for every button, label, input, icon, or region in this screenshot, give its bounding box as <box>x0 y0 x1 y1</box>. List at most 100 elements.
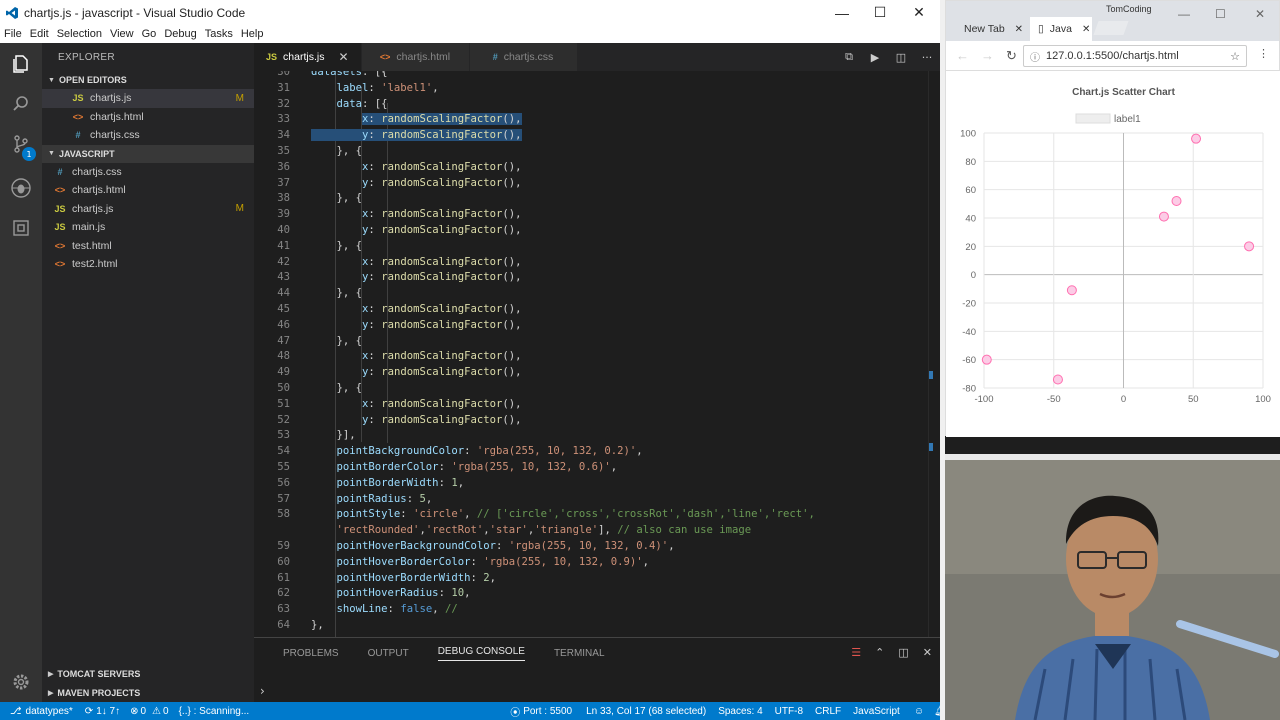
code-line[interactable]: 64}, <box>254 618 940 634</box>
menu-go[interactable]: Go <box>138 28 161 40</box>
debug-icon[interactable] <box>8 175 34 201</box>
back-icon[interactable]: ← <box>956 48 969 63</box>
maximize-panel-icon[interactable]: ⌃ <box>875 646 884 659</box>
code-line[interactable]: 34 y: randomScalingFactor(), <box>254 128 940 144</box>
browser-menu-icon[interactable]: ⋮ <box>1258 47 1269 60</box>
close-tab-icon[interactable]: ✕ <box>338 50 348 64</box>
menu-edit[interactable]: Edit <box>26 28 53 40</box>
code-line[interactable]: 33 x: randomScalingFactor(), <box>254 112 940 128</box>
open-editor-item[interactable]: <> chartjs.html <box>42 108 254 127</box>
code-line[interactable]: 50 }, { <box>254 381 940 397</box>
sync-status[interactable]: 1↓ 7↑ <box>96 706 120 717</box>
code-line[interactable]: 62 pointHoverRadius: 10, <box>254 586 940 602</box>
code-line[interactable]: 42 x: randomScalingFactor(), <box>254 255 940 271</box>
maven-projects-section[interactable]: ▶ MAVEN PROJECTS <box>42 684 254 702</box>
profile-name[interactable]: TomCoding <box>1106 4 1152 14</box>
code-line[interactable]: 35 }, { <box>254 144 940 160</box>
browser-maximize-icon[interactable]: ☐ <box>1215 7 1226 21</box>
source-control-icon[interactable]: 1 <box>8 131 36 161</box>
encoding[interactable]: UTF-8 <box>775 706 803 717</box>
live-server-port[interactable]: Port : 5500 <box>523 706 572 717</box>
code-line[interactable]: 60 pointHoverBorderColor: 'rgba(255, 10,… <box>254 555 940 571</box>
browser-tab-java[interactable]: ▯ Java ✕ <box>1030 17 1092 41</box>
close-window-icon[interactable]: ✕ <box>899 0 939 25</box>
code-line[interactable]: 38 }, { <box>254 191 940 207</box>
line-ending[interactable]: CRLF <box>815 706 841 717</box>
code-line[interactable]: 47 }, { <box>254 334 940 350</box>
git-branch[interactable]: datatypes* <box>26 706 73 717</box>
forward-icon[interactable]: → <box>981 48 994 63</box>
file-item[interactable]: JS chartjs.js M <box>42 200 254 219</box>
reload-icon[interactable]: ↻ <box>1006 48 1017 64</box>
code-line[interactable]: 61 pointHoverBorderWidth: 2, <box>254 571 940 587</box>
code-line[interactable]: 51 x: randomScalingFactor(), <box>254 397 940 413</box>
code-line[interactable]: 36 x: randomScalingFactor(), <box>254 160 940 176</box>
cursor-position[interactable]: Ln 33, Col 17 (68 selected) <box>586 706 706 717</box>
run-icon[interactable]: ▶ <box>862 51 888 64</box>
close-tab-icon[interactable]: ✕ <box>1015 24 1023 35</box>
code-line[interactable]: 55 pointBorderColor: 'rgba(255, 10, 132,… <box>254 460 940 476</box>
code-editor[interactable]: 30 datasets: [{31 label: 'label1', 32 data… <box>254 71 940 637</box>
tab-chartjs-js[interactable]: JS chartjs.js ✕ <box>254 43 362 71</box>
code-line[interactable]: 39 x: randomScalingFactor(), <box>254 207 940 223</box>
menu-tasks[interactable]: Tasks <box>201 28 237 40</box>
menu-view[interactable]: View <box>106 28 138 40</box>
javascript-folder-section[interactable]: ▼ JAVASCRIPT <box>42 144 254 163</box>
file-item[interactable]: JS main.js <box>42 218 254 237</box>
error-count[interactable]: 0 <box>140 706 146 717</box>
split-editor-icon[interactable]: ◫ <box>888 51 914 64</box>
code-line[interactable]: 45 x: randomScalingFactor(), <box>254 302 940 318</box>
code-line[interactable]: 59 pointHoverBackgroundColor: 'rgba(255,… <box>254 539 940 555</box>
menu-selection[interactable]: Selection <box>53 28 106 40</box>
browser-minimize-icon[interactable]: — <box>1178 7 1190 21</box>
clear-console-icon[interactable]: ☰ <box>851 646 861 659</box>
indentation[interactable]: Spaces: 4 <box>718 706 762 717</box>
file-item[interactable]: <> test2.html <box>42 255 254 274</box>
file-item[interactable]: <> chartjs.html <box>42 181 254 200</box>
code-line[interactable]: 46 y: randomScalingFactor(), <box>254 318 940 334</box>
code-line[interactable]: 'rectRounded','rectRot','star','triangle… <box>254 523 940 539</box>
code-line[interactable]: 31 label: 'label1', <box>254 81 940 97</box>
tomcat-servers-section[interactable]: ▶ TOMCAT SERVERS <box>42 665 254 683</box>
close-tab-icon[interactable]: ✕ <box>1082 24 1090 35</box>
tab-terminal[interactable]: TERMINAL <box>554 648 605 659</box>
settings-gear-icon[interactable] <box>8 669 34 695</box>
open-editor-item[interactable]: JS chartjs.js M <box>42 89 254 108</box>
code-line[interactable]: 58 pointStyle: 'circle', // ['circle','c… <box>254 507 940 523</box>
code-line[interactable]: 48 x: randomScalingFactor(), <box>254 349 940 365</box>
tab-chartjs-css[interactable]: # chartjs.css <box>469 43 578 71</box>
split-panel-icon[interactable]: ◫ <box>898 646 908 659</box>
explorer-icon[interactable] <box>8 51 34 77</box>
console-prompt[interactable]: › <box>260 684 265 698</box>
tab-output[interactable]: OUTPUT <box>368 648 409 659</box>
maximize-icon[interactable]: ☐ <box>860 0 900 25</box>
code-line[interactable]: 49 y: randomScalingFactor(), <box>254 365 940 381</box>
code-line[interactable]: 30 datasets: [{ <box>254 71 940 81</box>
file-item[interactable]: <> test.html <box>42 237 254 256</box>
feedback-smiley-icon[interactable]: ☺ <box>914 706 924 717</box>
menu-file[interactable]: File <box>0 28 26 40</box>
open-editors-section[interactable]: ▼ OPEN EDITORS <box>42 71 254 89</box>
language-mode[interactable]: JavaScript <box>853 706 900 717</box>
browser-close-icon[interactable]: ✕ <box>1255 7 1265 21</box>
file-item[interactable]: # chartjs.css <box>42 163 254 182</box>
code-line[interactable]: 54 pointBackgroundColor: 'rgba(255, 10, … <box>254 444 940 460</box>
minimize-icon[interactable]: — <box>822 0 862 25</box>
extensions-icon[interactable] <box>8 215 34 241</box>
code-line[interactable]: 57 pointRadius: 5, <box>254 492 940 508</box>
menu-help[interactable]: Help <box>237 28 268 40</box>
editor-scrollbar[interactable] <box>928 71 940 637</box>
code-line[interactable]: 37 y: randomScalingFactor(), <box>254 176 940 192</box>
browser-tab-new[interactable]: New Tab ✕ <box>956 17 1038 41</box>
menu-debug[interactable]: Debug <box>160 28 200 40</box>
code-line[interactable]: 53 }], <box>254 428 940 444</box>
address-bar[interactable]: ⓘ 127.0.0.1:5500/chartjs.html ☆ <box>1023 45 1247 67</box>
code-line[interactable]: 32 data: [{ <box>254 97 940 113</box>
code-line[interactable]: 52 y: randomScalingFactor(), <box>254 413 940 429</box>
code-line[interactable]: 63 showLine: false, // <box>254 602 940 618</box>
code-line[interactable]: 41 }, { <box>254 239 940 255</box>
new-tab-button[interactable] <box>1093 21 1129 35</box>
tab-debug-console[interactable]: DEBUG CONSOLE <box>437 646 525 661</box>
code-line[interactable]: 56 pointBorderWidth: 1, <box>254 476 940 492</box>
close-panel-icon[interactable]: ✕ <box>923 646 932 659</box>
